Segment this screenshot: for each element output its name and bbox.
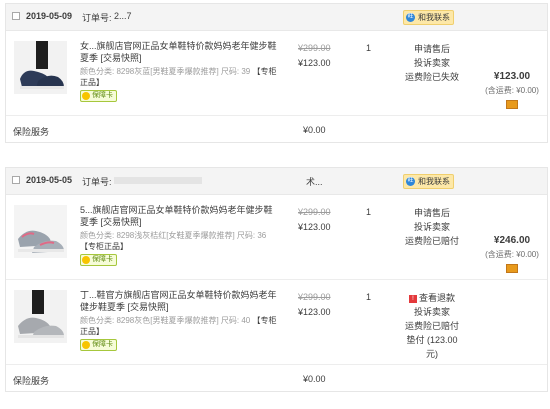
order-date: 2019-05-09 (26, 11, 73, 21)
contact-seller-label: 和我联系 (418, 13, 450, 22)
insurance-card-label: 保障卡 (92, 92, 113, 99)
item-actions: 申请售后 投诉卖家 运费险已失效 (403, 42, 461, 84)
wangwang-icon: 旺 (406, 13, 415, 22)
shipping-fee: (含运费: ¥0.00) (485, 250, 539, 259)
shield-icon (82, 341, 90, 349)
quantity: 1 (366, 292, 372, 302)
order-total: ¥123.00 (含运费: ¥0.00) (476, 71, 548, 109)
product-title[interactable]: 丁...鞋官方旗舰店官网正品女单鞋特价款妈妈老年健步鞋夏季 [交易快照] (80, 289, 280, 313)
product-thumbnail[interactable] (14, 205, 67, 258)
unit-price: ¥123.00 (298, 222, 331, 232)
alert-icon: ! (408, 294, 417, 303)
total-amount: ¥246.00 (493, 235, 531, 246)
product-sku: 颜色分类: 8298灰色[男鞋夏季爆款推荐] 尺码: 40 【专柜正品】 (80, 315, 280, 337)
insurance-service-row: 保险服务 ¥0.00 (6, 365, 547, 391)
product-sku: 颜色分类: 8298浅灰桔红[女鞋夏季爆款推荐] 尺码: 36 【专柜正品】 (80, 230, 280, 252)
product-title[interactable]: 5...旗舰店官网正品女单鞋特价款妈妈老年健步鞋夏季 [交易快照] (80, 204, 280, 228)
shipping-insurance-status: 运费险已失效 (404, 72, 459, 82)
contact-seller-button[interactable]: 旺 和我联系 (403, 174, 454, 189)
product-title[interactable]: 女...旗舰店官网正品女单鞋特价款妈妈老年健步鞋夏季 [交易快照] (80, 40, 280, 64)
original-price: ¥299.00 (298, 207, 331, 217)
order-checkbox[interactable] (12, 176, 20, 184)
insurance-service-label: 保险服务 (13, 376, 50, 386)
sku-text: 颜色分类: 8298灰蓝[男鞋夏季爆款推荐] 尺码: 39 (80, 67, 251, 76)
shield-icon (82, 256, 90, 264)
order-header: 2019-05-05 订单号: 术... 旺 和我联系 (6, 168, 547, 195)
order-card: 2019-05-09 订单号: 2...7 旺 和我联系 女...旗舰店官网正品… (5, 3, 548, 143)
payment-card-icon (506, 264, 518, 273)
complain-seller-link[interactable]: 投诉卖家 (403, 56, 461, 70)
sku-text: 颜色分类: 8298浅灰桔红[女鞋夏季爆款推荐] 尺码: 36 (80, 231, 267, 240)
sku-text: 颜色分类: 8298灰色[男鞋夏季爆款推荐] 尺码: 40 (80, 316, 251, 325)
sku-tag: 【专柜正品】 (80, 242, 128, 251)
order-item: 5...旗舰店官网正品女单鞋特价款妈妈老年健步鞋夏季 [交易快照] 颜色分类: … (6, 195, 547, 280)
insurance-card-badge[interactable]: 保障卡 (80, 254, 117, 266)
shoe-image (14, 290, 67, 343)
order-card: 2019-05-05 订单号: 术... 旺 和我联系 5...旗舰店官网正品女… (5, 167, 548, 392)
order-number-label: 订单号: (82, 13, 112, 23)
shoe-image (14, 205, 67, 258)
original-price: ¥299.00 (298, 43, 331, 53)
order-header: 2019-05-09 订单号: 2...7 旺 和我联系 (6, 4, 547, 31)
complain-seller-link[interactable]: 投诉卖家 (403, 305, 461, 319)
order-checkbox[interactable] (12, 12, 20, 20)
order-number[interactable]: 2...7 (114, 11, 132, 21)
shipping-fee: (含运费: ¥0.00) (485, 86, 539, 95)
insurance-card-badge[interactable]: 保障卡 (80, 339, 117, 351)
shipping-insurance-status: 运费险已赔付 (404, 236, 459, 246)
product-sku: 颜色分类: 8298灰蓝[男鞋夏季爆款推荐] 尺码: 39 【专柜正品】 (80, 66, 280, 88)
quantity: 1 (366, 43, 372, 53)
product-thumbnail[interactable] (14, 290, 67, 343)
order-number-label: 订单号: (82, 177, 112, 187)
unit-price: ¥123.00 (298, 307, 331, 317)
wangwang-icon: 旺 (406, 177, 415, 186)
unit-price: ¥123.00 (298, 58, 331, 68)
apply-after-sale-link[interactable]: 申请售后 (403, 42, 461, 56)
quantity: 1 (366, 207, 372, 217)
shoe-image (14, 41, 67, 94)
insurance-service-row: 保险服务 ¥0.00 (6, 116, 547, 142)
order-number[interactable] (114, 175, 202, 185)
product-thumbnail[interactable] (14, 41, 67, 94)
original-price: ¥299.00 (298, 292, 331, 302)
total-amount: ¥123.00 (493, 71, 531, 82)
insurance-card-label: 保障卡 (92, 256, 113, 263)
item-actions: 申请售后 投诉卖家 运费险已赔付 (403, 206, 461, 248)
redacted-order-number (114, 177, 202, 185)
shield-icon (82, 92, 90, 100)
contact-seller-button[interactable]: 旺 和我联系 (403, 10, 454, 25)
view-refund-label: 查看退款 (418, 293, 455, 303)
payment-card-icon (506, 100, 518, 109)
order-item: 丁...鞋官方旗舰店官网正品女单鞋特价款妈妈老年健步鞋夏季 [交易快照] 颜色分… (6, 280, 547, 365)
item-actions: ! 查看退款 投诉卖家 运费险已赔付 垫付 (123.00元) (403, 291, 461, 361)
insurance-card-badge[interactable]: 保障卡 (80, 90, 117, 102)
insurance-service-price: ¥0.00 (303, 125, 326, 135)
contact-seller-label: 和我联系 (418, 177, 450, 186)
insurance-service-price: ¥0.00 (303, 374, 326, 384)
apply-after-sale-link[interactable]: 申请售后 (403, 206, 461, 220)
order-item: 女...旗舰店官网正品女单鞋特价款妈妈老年健步鞋夏季 [交易快照] 颜色分类: … (6, 31, 547, 116)
advance-payment-status: 垫付 (123.00元) (406, 335, 458, 359)
shipping-insurance-status: 运费险已赔付 (404, 321, 459, 331)
insurance-service-label: 保险服务 (13, 127, 50, 137)
insurance-card-label: 保障卡 (92, 341, 113, 348)
order-date: 2019-05-05 (26, 175, 73, 185)
seller-name[interactable]: 术... (306, 175, 323, 188)
complain-seller-link[interactable]: 投诉卖家 (403, 220, 461, 234)
view-refund-link[interactable]: ! 查看退款 (403, 291, 461, 305)
order-total: ¥246.00 (含运费: ¥0.00) (476, 235, 548, 273)
